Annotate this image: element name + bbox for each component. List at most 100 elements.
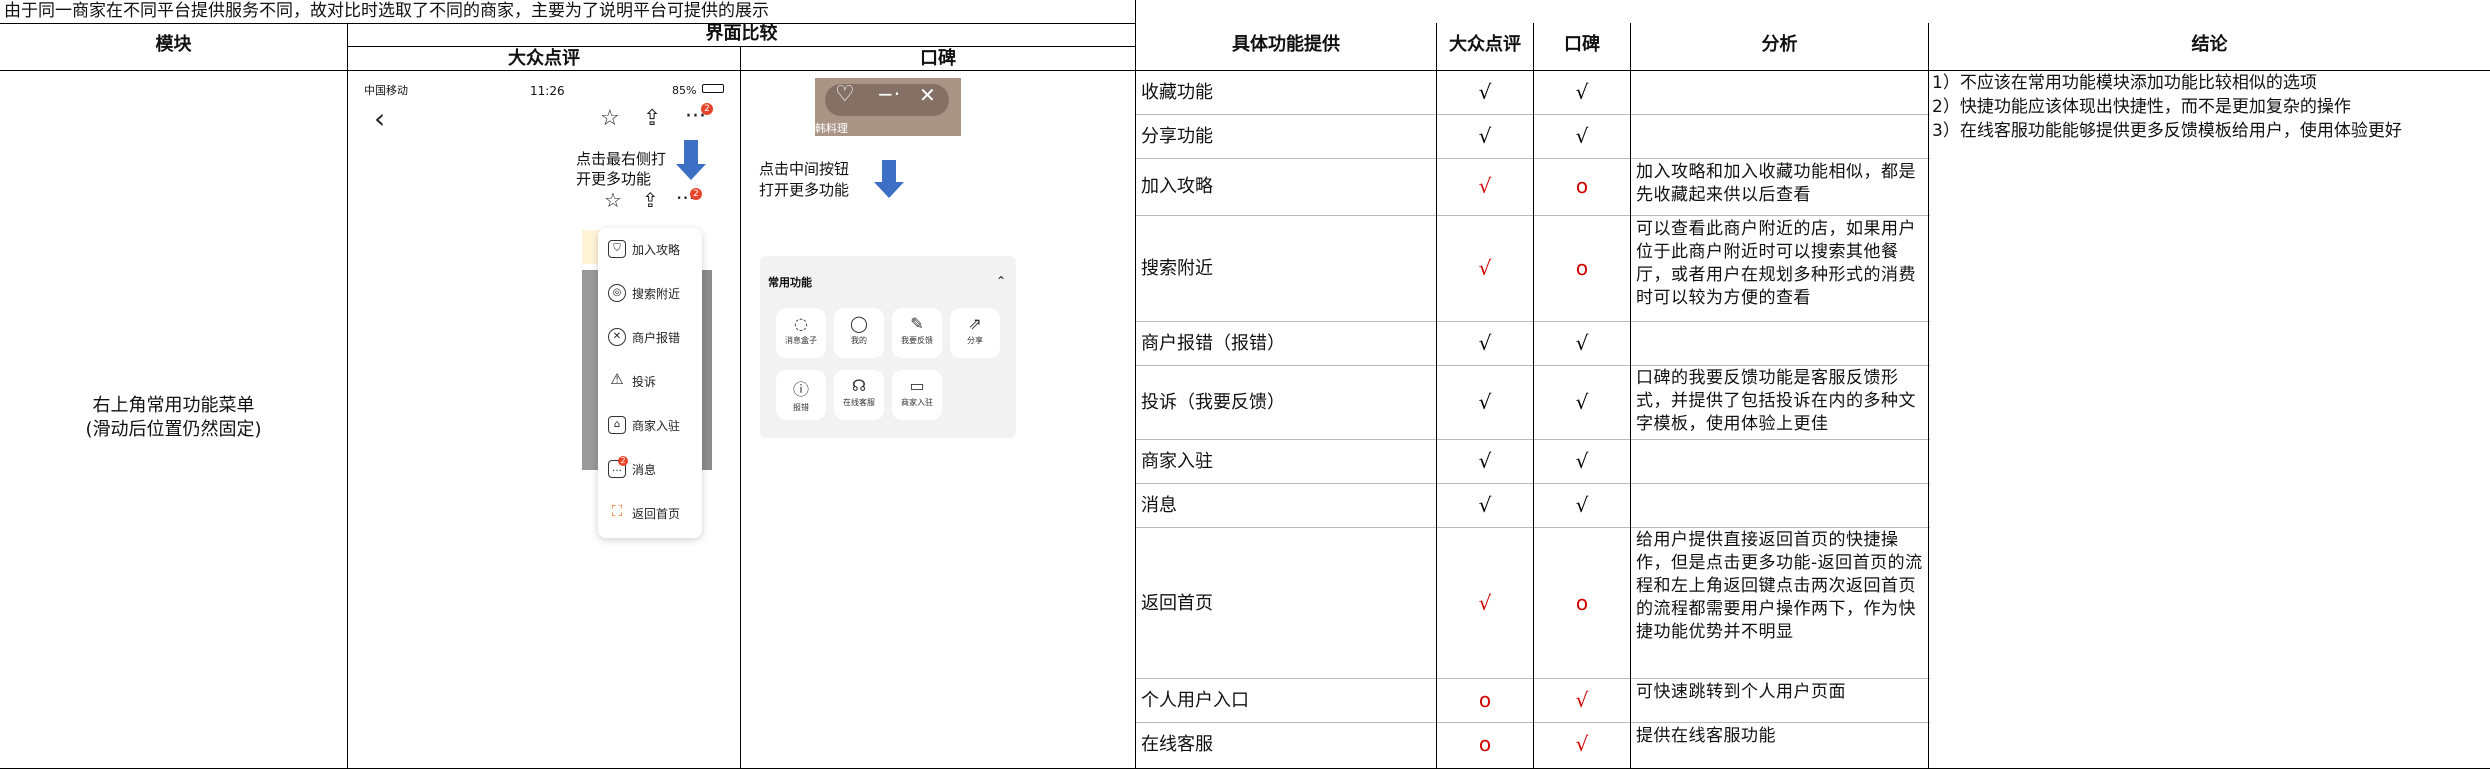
grid-line — [0, 70, 1136, 71]
headset-icon: ☊ — [851, 376, 867, 395]
feature-name: 搜索附近 — [1141, 258, 1213, 279]
store-icon: ▭ — [909, 376, 925, 395]
feature-name: 在线客服 — [1141, 734, 1213, 755]
tile-online-service[interactable]: ☊ 在线客服 — [834, 370, 884, 420]
header-dianping: 大众点评 — [508, 48, 580, 69]
koubei-mark: √ — [1575, 331, 1589, 355]
conclusion-item: 3）在线客服功能能够提供更多反馈模板给用户，使用体验更好 — [1932, 121, 2402, 141]
dianping-mark: o — [1478, 732, 1492, 756]
down-arrow-icon — [676, 140, 706, 180]
analysis-text: 提供在线客服功能 — [1636, 726, 1776, 746]
feature-name: 分享功能 — [1141, 126, 1213, 147]
status-time: 11:26 — [530, 84, 565, 98]
edit-icon: ✎ — [910, 314, 924, 333]
notification-badge: 2 — [701, 103, 713, 115]
feature-name: 商户报错（报错） — [1141, 333, 1285, 354]
grid-line — [1928, 23, 1929, 769]
top-note: 由于同一商家在不同平台提供服务不同，故对比时选取了不同的商家，主要为了说明平台可… — [4, 1, 769, 21]
feature-name: 投诉（我要反馈） — [1141, 392, 1285, 413]
star-icon[interactable]: ☆ — [604, 188, 622, 212]
header-feature: 具体功能提供 — [1232, 34, 1340, 55]
heart-icon[interactable]: ♡ — [835, 82, 855, 107]
tile-message-box[interactable]: ◌ 消息盒子 — [776, 308, 826, 358]
grid-line — [1135, 0, 1136, 769]
share-icon[interactable]: ⇪ — [642, 188, 659, 212]
common-functions-panel: 常用功能 ⌃ ◌ 消息盒子 ◯ 我的 ✎ 我要反馈 ⇗ 分享 ⓘ 报错 ☊ 在线客服 ▭ 商家… — [760, 256, 1016, 438]
menu-item-label: 投诉 — [632, 374, 657, 389]
tile-share[interactable]: ⇗ 分享 — [950, 308, 1000, 358]
menu-item-label: 搜索附近 — [632, 286, 681, 301]
menu-item-add-guide[interactable]: ⛉ 加入攻略 — [608, 240, 680, 258]
close-icon[interactable]: ✕ — [919, 83, 936, 107]
grid-line — [348, 46, 1136, 47]
chat-icon: ◌ — [794, 314, 808, 333]
tile-label: 我要反馈 — [901, 336, 933, 345]
koubei-mark: o — [1575, 174, 1589, 198]
share-icon[interactable]: ⇪ — [643, 106, 661, 131]
user-icon: ◯ — [850, 314, 868, 333]
feature-name: 返回首页 — [1141, 593, 1213, 614]
dianping-mark: √ — [1478, 493, 1492, 517]
feature-name: 商家入驻 — [1141, 451, 1213, 472]
store-icon: ⌂ — [608, 416, 626, 434]
tile-feedback[interactable]: ✎ 我要反馈 — [892, 308, 942, 358]
more-icon[interactable]: −· — [877, 82, 900, 106]
menu-item-report-error[interactable]: ✕ 商户报错 — [608, 328, 680, 346]
menu-item-label: 商户报错 — [632, 330, 681, 345]
grid-line — [0, 768, 2490, 769]
menu-item-label: 加入攻略 — [632, 242, 681, 257]
tile-label: 消息盒子 — [785, 336, 817, 345]
hint-text: 点击中间按钮 — [759, 160, 850, 178]
hint-text: 打开更多功能 — [759, 181, 850, 199]
menu-item-message[interactable]: … 消息 — [608, 460, 656, 478]
tile-label: 报错 — [793, 403, 809, 412]
tile-merchant-join[interactable]: ▭ 商家入驻 — [892, 370, 942, 420]
conclusion-item: 1）不应该在常用功能模块添加功能比较相似的选项 — [1932, 73, 2317, 93]
tile-label: 在线客服 — [843, 398, 875, 407]
chevron-up-icon[interactable]: ⌃ — [996, 270, 1006, 292]
dianping-mark: √ — [1478, 124, 1492, 148]
dianping-screenshot: 中国移动 11:26 85% ‹ ☆ ⇪ ··· 2 点击最右侧打 开更多功能 … — [360, 78, 730, 548]
star-icon[interactable]: ☆ — [600, 106, 620, 131]
grid-line — [1136, 70, 2490, 71]
shield-icon: ⛉ — [608, 240, 626, 258]
grid-line — [740, 46, 741, 769]
tile-label: 分享 — [967, 336, 983, 345]
header-dianping: 大众点评 — [1449, 34, 1521, 55]
module-name: 右上角常用功能菜单 — [92, 395, 255, 416]
menu-item-label: 商家入驻 — [632, 418, 681, 433]
menu-item-home[interactable]: ⛶ 返回首页 — [608, 504, 680, 522]
koubei-mark: √ — [1575, 449, 1589, 473]
menu-item-complaint[interactable]: ⚠ 投诉 — [608, 372, 656, 390]
status-battery: 85% — [672, 84, 697, 97]
notification-badge: 2 — [690, 188, 702, 200]
koubei-mark: √ — [1575, 80, 1589, 104]
banner-text: 韩料理 — [815, 122, 848, 135]
koubei-mark: √ — [1575, 688, 1589, 712]
menu-item-label: 消息 — [632, 462, 657, 477]
analysis-text: 加入攻略和加入收藏功能相似，都是先收藏起来供以后查看 — [1636, 162, 1916, 205]
share-icon: ⇗ — [968, 314, 982, 333]
down-arrow-icon — [874, 160, 904, 198]
panel-title: 常用功能 — [768, 276, 812, 289]
dianping-mark: √ — [1478, 449, 1492, 473]
hint-text: 点击最右侧打 — [576, 150, 667, 168]
module-note: (滑动后位置仍然固定) — [85, 419, 262, 440]
dianping-mark: √ — [1478, 256, 1492, 280]
menu-item-search-nearby[interactable]: ◎ 搜索附近 — [608, 284, 680, 302]
dianping-mark: √ — [1478, 390, 1492, 414]
more-menu: ⛉ 加入攻略 ◎ 搜索附近 ✕ 商户报错 ⚠ 投诉 ⌂ 商家入驻 … 消息 2 ⛶ 返回首页 — [598, 228, 702, 538]
header-analysis: 分析 — [1761, 34, 1798, 55]
analysis-text: 给用户提供直接返回首页的快捷操作，但是点击更多功能-返回首页的流程和左上角返回键… — [1636, 530, 1923, 642]
feature-name: 消息 — [1141, 495, 1177, 516]
error-icon: ✕ — [608, 328, 626, 346]
tile-mine[interactable]: ◯ 我的 — [834, 308, 884, 358]
analysis-text: 口碑的我要反馈功能是客服反馈形式，并提供了包括投诉在内的多种文字模板，使用体验上… — [1636, 368, 1916, 434]
status-carrier: 中国移动 — [364, 84, 408, 97]
tile-label: 我的 — [851, 336, 867, 345]
menu-item-merchant-join[interactable]: ⌂ 商家入驻 — [608, 416, 680, 434]
koubei-mark: √ — [1575, 390, 1589, 414]
back-arrow-icon[interactable]: ‹ — [374, 102, 385, 135]
tile-report[interactable]: ⓘ 报错 — [776, 370, 826, 420]
header-koubei: 口碑 — [1564, 34, 1600, 55]
